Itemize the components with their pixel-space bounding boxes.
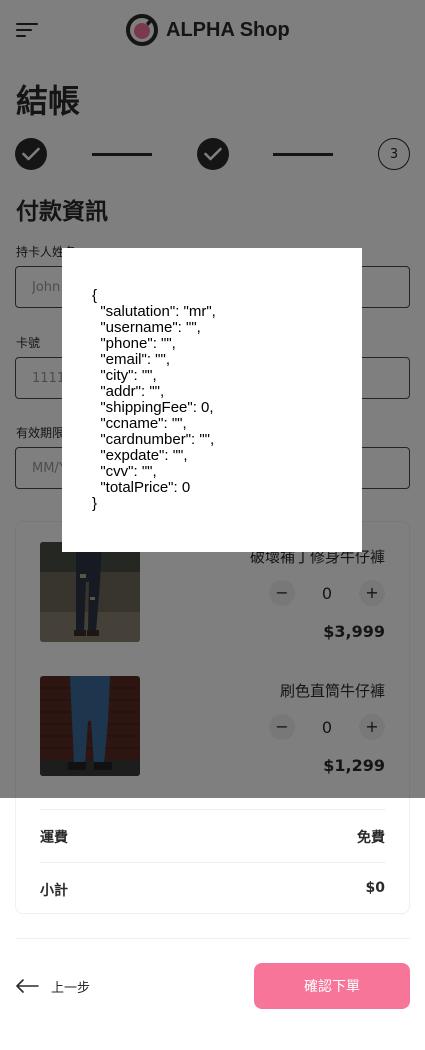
divider	[40, 809, 386, 810]
order-data-modal: { "salutation": "mr", "username": "", "p…	[62, 248, 362, 552]
confirm-order-label: 確認下單	[304, 979, 360, 995]
subtotal-value: $0	[365, 880, 385, 896]
previous-step-button[interactable]: 上一步	[15, 974, 90, 998]
divider	[40, 862, 386, 863]
order-json-text: { "salutation": "mr", "username": "", "p…	[92, 287, 216, 512]
confirm-order-button[interactable]: 確認下單	[254, 963, 410, 1009]
subtotal-label: 小計	[40, 883, 68, 899]
shipping-label: 運費	[40, 830, 68, 846]
previous-step-label: 上一步	[51, 980, 91, 996]
arrow-left-icon	[16, 979, 39, 993]
shipping-value: 免費	[357, 830, 385, 846]
divider	[15, 938, 410, 939]
